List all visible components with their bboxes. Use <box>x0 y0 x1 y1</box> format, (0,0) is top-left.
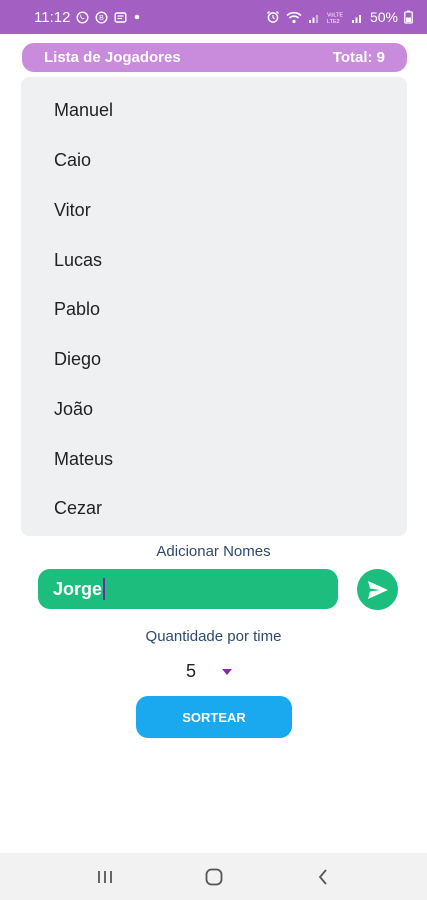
status-time: 11:12 <box>34 8 71 26</box>
home-icon[interactable] <box>194 857 234 897</box>
name-input[interactable]: Jorge <box>38 569 338 609</box>
name-input-value: Jorge <box>53 578 103 599</box>
message-icon <box>114 11 127 24</box>
notification-icon: B <box>95 10 108 24</box>
send-button[interactable] <box>357 569 398 610</box>
recents-icon[interactable] <box>85 857 125 897</box>
dot-icon <box>133 13 141 21</box>
back-icon[interactable] <box>303 857 343 897</box>
send-icon <box>367 580 389 600</box>
list-item[interactable]: João <box>54 394 93 424</box>
status-bar: 11:12 B VoLTE LTE2 50% <box>0 0 427 34</box>
navigation-bar <box>0 853 427 900</box>
battery-percent: 50% <box>369 9 398 25</box>
signal-icon <box>308 11 321 24</box>
list-item[interactable]: Cezar <box>54 493 102 523</box>
add-names-label: Adicionar Nomes <box>156 543 271 560</box>
svg-text:B: B <box>100 15 105 22</box>
svg-text:VoLTE: VoLTE <box>327 12 343 18</box>
status-left: 11:12 B <box>34 9 141 26</box>
players-list-title: Lista de Jogadores <box>44 49 181 66</box>
svg-text:LTE2: LTE2 <box>327 19 340 24</box>
list-item[interactable]: Diego <box>54 344 101 374</box>
draw-button[interactable]: SORTEAR <box>136 696 292 738</box>
wifi-icon <box>286 11 302 24</box>
players-total: Total: 9 <box>332 49 385 66</box>
team-size-value: 5 <box>186 660 197 681</box>
volte-icon: VoLTE LTE2 <box>327 11 345 24</box>
status-right: VoLTE LTE2 50% <box>266 9 413 25</box>
list-item[interactable]: Pablo <box>54 294 100 324</box>
team-size-label: Quantidade por time <box>145 628 282 645</box>
dropdown-arrow-icon <box>222 662 233 680</box>
team-size-dropdown[interactable]: 5 <box>186 659 246 683</box>
text-cursor <box>103 578 106 600</box>
list-item[interactable]: Lucas <box>54 245 102 275</box>
whatsapp-icon <box>76 10 89 24</box>
players-list-header: Lista de Jogadores Total: 9 <box>22 43 407 72</box>
battery-icon <box>404 10 413 24</box>
list-item[interactable]: Vitor <box>54 195 91 225</box>
players-list[interactable]: Manuel Caio Vitor Lucas Pablo Diego João… <box>21 77 407 536</box>
alarm-icon <box>266 10 280 24</box>
list-item[interactable]: Mateus <box>54 444 113 474</box>
signal-icon <box>351 11 364 24</box>
list-item[interactable]: Manuel <box>54 95 113 125</box>
list-item[interactable]: Caio <box>54 145 91 175</box>
